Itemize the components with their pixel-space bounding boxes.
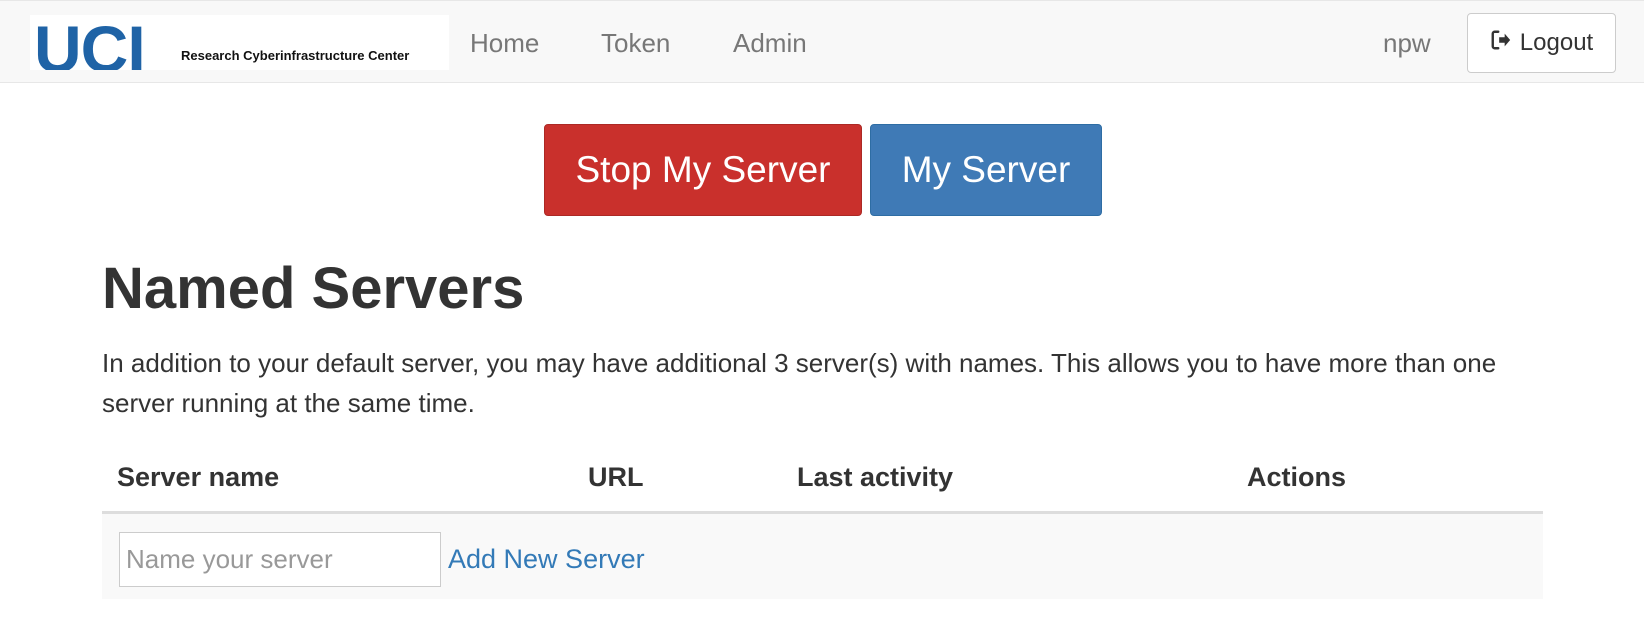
named-servers-table: Server name URL Last activity Actions Ad… [102, 455, 1543, 599]
logo-subtitle: Research Cyberinfrastructure Center [181, 48, 410, 63]
add-new-server-link[interactable]: Add New Server [448, 542, 645, 576]
current-username: npw [1383, 28, 1431, 58]
column-header-last-activity: Last activity [797, 462, 954, 492]
logo-wordmark: UCI [34, 15, 146, 70]
top-navbar: UCI Research Cyberinfrastructure Center … [0, 0, 1644, 83]
column-header-url: URL [588, 462, 644, 492]
my-server-button[interactable]: My Server [870, 124, 1102, 216]
nav-link-token[interactable]: Token [601, 26, 670, 60]
page-title: Named Servers [102, 256, 525, 321]
uci-logo[interactable]: UCI Research Cyberinfrastructure Center [30, 15, 449, 70]
logout-label: Logout [1519, 29, 1594, 56]
sign-out-icon [1490, 29, 1512, 58]
nav-link-home[interactable]: Home [470, 26, 539, 60]
logout-button[interactable]: Logout [1467, 13, 1616, 73]
named-servers-description: In addition to your default server, you … [102, 348, 1497, 418]
column-header-actions: Actions [1247, 462, 1347, 492]
table-header: Server name URL Last activity Actions [102, 455, 1543, 514]
column-header-server-name: Server name [117, 462, 280, 492]
nav-link-admin[interactable]: Admin [733, 26, 807, 60]
stop-my-server-button[interactable]: Stop My Server [544, 124, 862, 216]
table-row: Add New Server [102, 514, 1543, 599]
server-name-input[interactable] [119, 532, 441, 587]
